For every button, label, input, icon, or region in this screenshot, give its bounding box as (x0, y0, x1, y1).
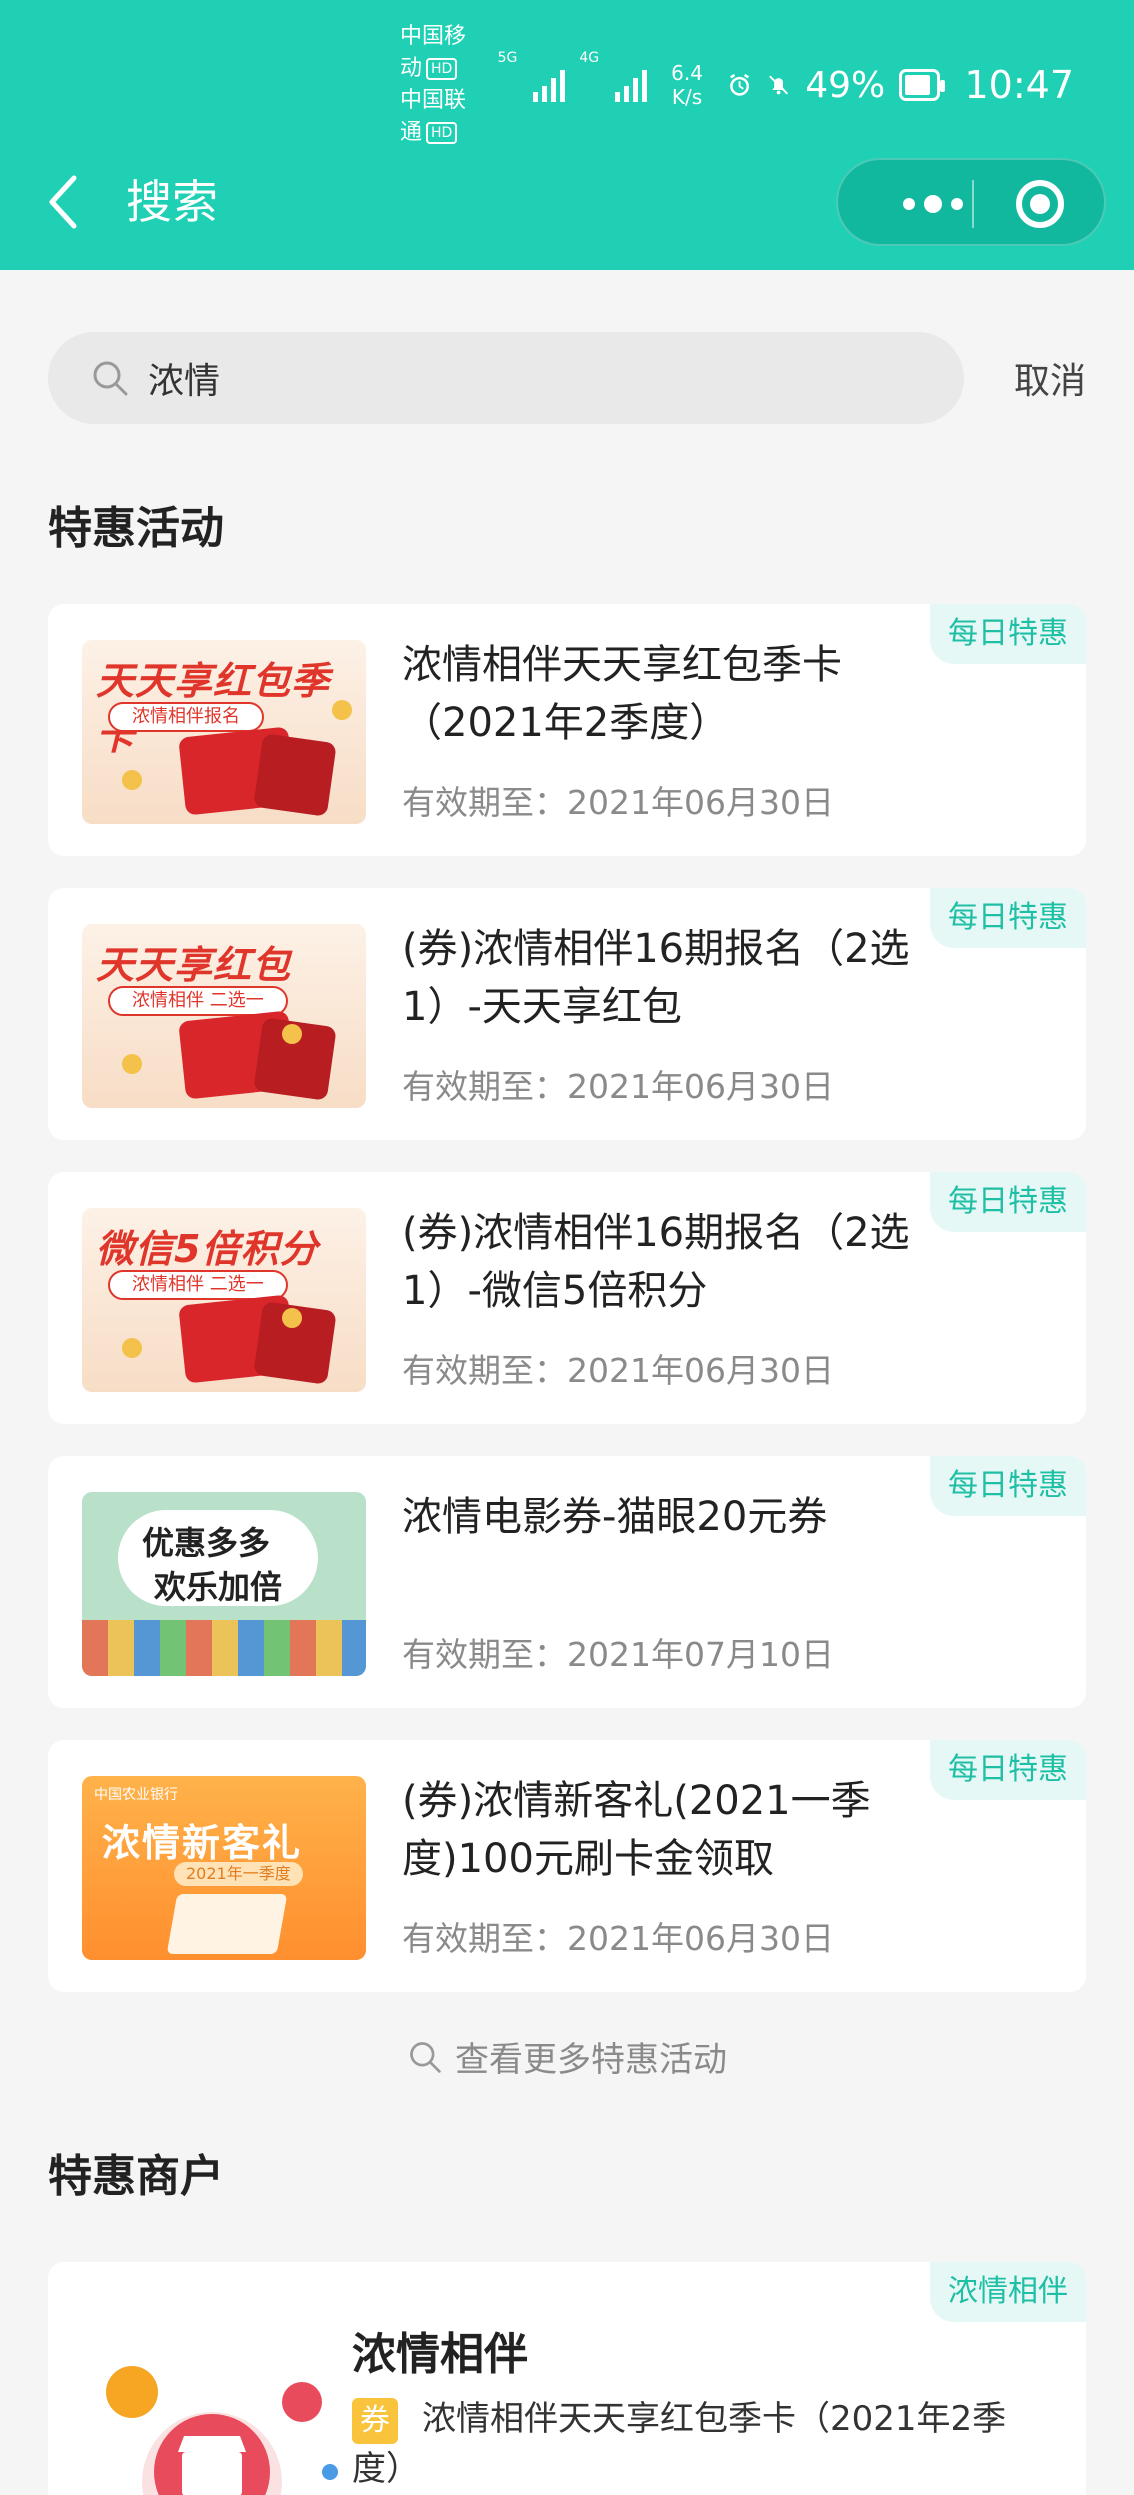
promotion-date: 有效期至：2021年06月30日 (402, 1067, 834, 1106)
promotion-card[interactable]: 天天享红包季卡 浓情相伴报名 浓情相伴天天享红包季卡（2021年2季度） 有效期… (48, 604, 1086, 856)
promotion-thumbnail: 中国农业银行 浓情新客礼 2021年一季度 (82, 1776, 366, 1960)
coin-icon (122, 1054, 142, 1074)
carrier-info: 中国移动 HD 中国联通 HD (400, 21, 478, 149)
thumbnail-heading: 微信5倍积分 (96, 1227, 319, 1271)
promotion-card[interactable]: 优惠多多 欢乐加倍 浓情电影券-猫眼20元券 有效期至：2021年07月10日 … (48, 1456, 1086, 1708)
thumbnail-bank-name: 中国农业银行 (94, 1787, 178, 1803)
section-title-merchants: 特惠商户 (48, 2151, 224, 2202)
clock: 10:47 (964, 63, 1074, 107)
promotion-thumbnail: 天天享红包 浓情相伴 二选一 (82, 924, 366, 1108)
merchant-card[interactable]: 浓情相伴 券浓情相伴天天享红包季卡（2021年2季度） 浓情相伴 (48, 2262, 1086, 2495)
promotion-date: 有效期至：2021年06月30日 (402, 783, 834, 822)
thumbnail-heading: 浓情新客礼 (102, 1821, 303, 1865)
signal-icon (615, 68, 648, 102)
search-input[interactable] (148, 357, 908, 399)
back-icon[interactable] (44, 172, 84, 232)
coin-icon (122, 1338, 142, 1358)
search-icon (93, 361, 128, 396)
promotion-date: 有效期至：2021年06月30日 (402, 1351, 834, 1390)
merchant-tag: 浓情相伴 (930, 2262, 1086, 2322)
mute-icon (769, 75, 789, 95)
battery-icon (899, 69, 946, 101)
coin-icon (282, 1308, 302, 1328)
status-bar: 中国移动 HD 中国联通 HD 5G 4G 6.4 K/s 49% 10:47 (400, 24, 1074, 145)
promotion-date: 有效期至：2021年07月10日 (402, 1635, 834, 1674)
promotion-title: (券)浓情相伴16期报名（2选1）-微信5倍积分 (402, 1210, 910, 1314)
gift-box-graphic (166, 1894, 288, 1954)
thumbnail-subtitle: 浓情相伴 二选一 (108, 1270, 288, 1300)
thumbnail-subtitle: 浓情相伴 二选一 (108, 986, 288, 1016)
daily-deal-tag: 每日特惠 (930, 1740, 1086, 1800)
thumbnail-heading: 天天享红包 (96, 943, 292, 987)
network-speed: 6.4 K/s (671, 61, 703, 109)
alarm-icon (730, 73, 750, 96)
battery-level (905, 75, 931, 95)
hd-badge: HD (426, 122, 458, 144)
search-icon (410, 2041, 441, 2073)
network-4g: 4G (579, 50, 600, 66)
thumbnail-subtitle: 2021年一季度 (174, 1862, 303, 1886)
thumbnail-line-1: 优惠多多 (142, 1524, 271, 1562)
city-skyline-graphic (82, 1620, 366, 1676)
search-bar[interactable] (48, 332, 964, 424)
more-promotions-label: 查看更多特惠活动 (455, 2040, 727, 2080)
close-target-icon[interactable] (1016, 180, 1064, 228)
daily-deal-tag: 每日特惠 (930, 1456, 1086, 1516)
mini-program-capsule (836, 158, 1106, 246)
promotion-title: 浓情相伴天天享红包季卡（2021年2季度） (402, 642, 842, 746)
promotion-title: (券)浓情新客礼(2021一季度)100元刷卡金领取 (402, 1778, 871, 1882)
more-promotions-link[interactable]: 查看更多特惠活动 (0, 2032, 1134, 2081)
speed-unit: K/s (671, 85, 703, 109)
battery-percent: 49% (805, 64, 886, 106)
coin-icon (332, 700, 352, 720)
network-5g: 5G (497, 50, 518, 66)
promotion-card[interactable]: 微信5倍积分 浓情相伴 二选一 (券)浓情相伴16期报名（2选1）-微信5倍积分… (48, 1172, 1086, 1424)
signal-icon (533, 68, 566, 102)
section-title-promotions: 特惠活动 (48, 503, 224, 554)
speed-value: 6.4 (671, 61, 703, 85)
capsule-divider (972, 180, 974, 228)
coin-icon (122, 770, 142, 790)
promotion-thumbnail: 天天享红包季卡 浓情相伴报名 (82, 640, 366, 824)
daily-deal-tag: 每日特惠 (930, 1172, 1086, 1232)
top-bar: 中国移动 HD 中国联通 HD 5G 4G 6.4 K/s 49% 10:47 搜索 (0, 0, 1134, 270)
page-title: 搜索 (126, 175, 218, 229)
promotion-card[interactable]: 天天享红包 浓情相伴 二选一 (券)浓情相伴16期报名（2选1）-天天享红包 有… (48, 888, 1086, 1140)
promotion-title: 浓情电影券-猫眼20元券 (402, 1494, 828, 1540)
promotion-thumbnail: 优惠多多 欢乐加倍 (82, 1492, 366, 1676)
red-envelope-icon (253, 733, 337, 817)
coin-icon (282, 1024, 302, 1044)
promotion-thumbnail: 微信5倍积分 浓情相伴 二选一 (82, 1208, 366, 1392)
merchant-coupon: 券浓情相伴天天享红包季卡（2021年2季度） (352, 2394, 1052, 2494)
promotion-title: (券)浓情相伴16期报名（2选1）-天天享红包 (402, 926, 910, 1030)
thumbnail-line-2: 欢乐加倍 (154, 1568, 283, 1606)
daily-deal-tag: 每日特惠 (930, 604, 1086, 664)
coupon-badge: 券 (352, 2397, 398, 2444)
promotion-card[interactable]: 中国农业银行 浓情新客礼 2021年一季度 (券)浓情新客礼(2021一季度)1… (48, 1740, 1086, 1992)
promotion-date: 有效期至：2021年06月30日 (402, 1919, 834, 1958)
cancel-button[interactable]: 取消 (1014, 352, 1086, 404)
daily-deal-tag: 每日特惠 (930, 888, 1086, 948)
merchant-name: 浓情相伴 (352, 2329, 528, 2380)
coupon-text: 浓情相伴天天享红包季卡（2021年2季度） (352, 2399, 1007, 2489)
merchant-logo (106, 2366, 338, 2495)
thumbnail-subtitle: 浓情相伴报名 (108, 702, 264, 732)
hd-badge: HD (426, 58, 458, 80)
